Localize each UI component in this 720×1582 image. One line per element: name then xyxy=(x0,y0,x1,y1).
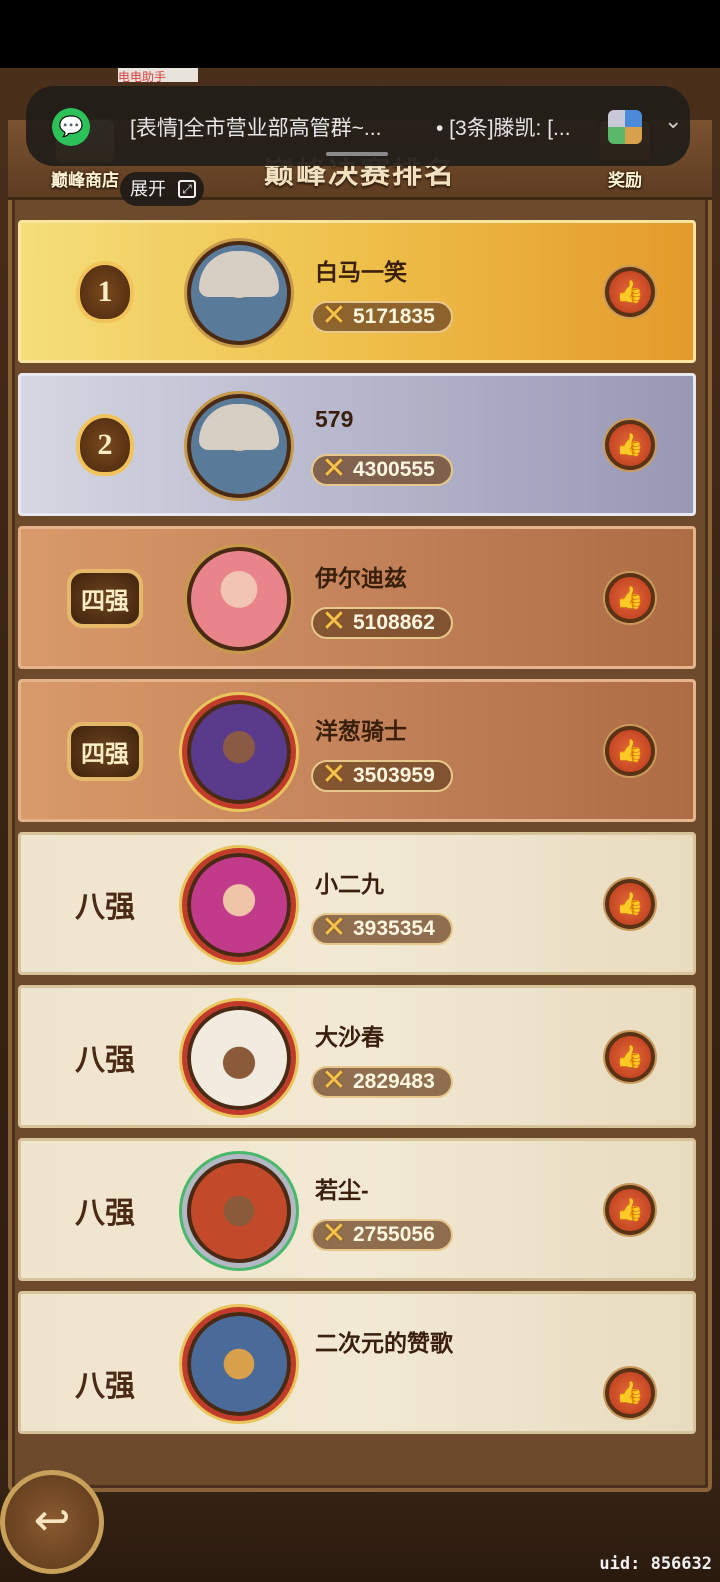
rank-badge: 八强 xyxy=(55,869,155,939)
rank-number: 2 xyxy=(76,414,134,476)
player-score: ✕ 3935354 xyxy=(311,911,453,945)
player-name: 二次元的赞歌 xyxy=(315,1330,453,1356)
notification-handle[interactable] xyxy=(326,152,388,156)
player-name: 洋葱骑士 xyxy=(315,718,407,744)
like-button[interactable]: 👍 xyxy=(605,1032,655,1082)
crossed-swords-icon: ✕ xyxy=(321,299,347,332)
ranking-row-4: 四强 洋葱骑士 ✕ 3503959 👍 xyxy=(18,679,696,822)
rank-badge: 1 xyxy=(55,257,155,327)
player-score: ✕ 4300555 xyxy=(311,452,453,486)
rank-badge: 八强 xyxy=(55,1022,155,1092)
thumbs-up-icon: 👍 xyxy=(616,432,644,457)
notification-title: [表情]全市营业部高管群~... xyxy=(130,117,382,140)
player-avatar[interactable] xyxy=(187,1312,291,1416)
like-button[interactable]: 👍 xyxy=(605,1368,655,1418)
rank-label: 八强 xyxy=(75,1370,135,1403)
crossed-swords-icon: ✕ xyxy=(321,758,347,791)
rank-badge: 2 xyxy=(55,410,155,480)
app-thumbnail-icon xyxy=(608,110,642,144)
ranking-list[interactable]: 1 白马一笑 ✕ 5171835 👍 2 579 ✕ 4300555 👍 四强 … xyxy=(18,220,696,1434)
player-avatar[interactable] xyxy=(187,1159,291,1263)
like-button[interactable]: 👍 xyxy=(605,726,655,776)
player-score: ✕ 2829483 xyxy=(311,1064,453,1098)
score-value: 5108862 xyxy=(353,611,435,634)
player-score: ✕ 3503959 xyxy=(311,758,453,792)
player-score: ✕ 2755056 xyxy=(311,1217,453,1251)
score-value: 3503959 xyxy=(353,764,435,787)
crossed-swords-icon: ✕ xyxy=(321,911,347,944)
rank-label: 八强 xyxy=(75,1044,135,1077)
chevron-down-icon[interactable]: ⌄ xyxy=(664,108,682,134)
notification-detail: • [3条]滕凯: [... xyxy=(436,117,571,140)
rank-label: 八强 xyxy=(75,1197,135,1230)
ranking-row-7: 八强 若尘- ✕ 2755056 👍 xyxy=(18,1138,696,1281)
crossed-swords-icon: ✕ xyxy=(321,605,347,638)
ranking-row-2: 2 579 ✕ 4300555 👍 xyxy=(18,373,696,516)
ranking-row-5: 八强 小二九 ✕ 3935354 👍 xyxy=(18,832,696,975)
thumbs-up-icon: 👍 xyxy=(616,1380,644,1405)
player-avatar[interactable] xyxy=(187,853,291,957)
reward-label: 奖励 xyxy=(608,171,642,190)
player-name: 白马一笑 xyxy=(315,259,407,285)
score-value: 2829483 xyxy=(353,1070,435,1093)
score-value: 2755056 xyxy=(353,1223,435,1246)
rank-label: 四强 xyxy=(67,568,143,628)
expand-button[interactable]: 展开 ⤢ xyxy=(120,172,204,206)
score-value: 3935354 xyxy=(353,917,435,940)
rank-badge: 八强 xyxy=(55,1175,155,1245)
player-name: 伊尔迪兹 xyxy=(315,565,407,591)
rank-badge: 四强 xyxy=(55,563,155,633)
thumbs-up-icon: 👍 xyxy=(616,279,644,304)
thumbs-up-icon: 👍 xyxy=(616,585,644,610)
thumbs-up-icon: 👍 xyxy=(616,1044,644,1069)
ranking-row-8: 八强 二次元的赞歌 👍 xyxy=(18,1291,696,1434)
uid-label: uid: 856632 xyxy=(599,1554,712,1574)
player-avatar[interactable] xyxy=(187,241,291,345)
rank-label: 四强 xyxy=(67,721,143,781)
crossed-swords-icon: ✕ xyxy=(321,452,347,485)
like-button[interactable]: 👍 xyxy=(605,573,655,623)
player-score: ✕ 5108862 xyxy=(311,605,453,639)
ranking-row-3: 四强 伊尔迪兹 ✕ 5108862 👍 xyxy=(18,526,696,669)
like-button[interactable]: 👍 xyxy=(605,1185,655,1235)
player-name: 小二九 xyxy=(315,871,384,897)
thumbs-up-icon: 👍 xyxy=(616,891,644,916)
crossed-swords-icon: ✕ xyxy=(321,1064,347,1097)
player-name: 大沙春 xyxy=(315,1024,384,1050)
rank-badge: 八强 xyxy=(55,1348,155,1418)
player-avatar[interactable] xyxy=(187,700,291,804)
rank-label: 八强 xyxy=(75,891,135,924)
expand-label: 展开 xyxy=(130,179,166,199)
wechat-icon: 💬 xyxy=(52,108,90,146)
back-button[interactable]: ↩ xyxy=(0,1470,104,1574)
like-button[interactable]: 👍 xyxy=(605,879,655,929)
rank-badge: 四强 xyxy=(55,716,155,786)
return-arrow-icon: ↩ xyxy=(33,1496,71,1545)
ranking-row-6: 八强 大沙春 ✕ 2829483 👍 xyxy=(18,985,696,1128)
thumbs-up-icon: 👍 xyxy=(616,738,644,763)
rank-number: 1 xyxy=(76,261,134,323)
player-avatar[interactable] xyxy=(187,547,291,651)
player-avatar[interactable] xyxy=(187,394,291,498)
player-name: 若尘- xyxy=(315,1177,369,1203)
ranking-row-1: 1 白马一笑 ✕ 5171835 👍 xyxy=(18,220,696,363)
top-strip: 电电助手 xyxy=(118,68,198,82)
player-score: ✕ 5171835 xyxy=(311,299,453,333)
player-avatar[interactable] xyxy=(187,1006,291,1110)
expand-icon: ⤢ xyxy=(178,180,196,198)
thumbs-up-icon: 👍 xyxy=(616,1197,644,1222)
like-button[interactable]: 👍 xyxy=(605,420,655,470)
crossed-swords-icon: ✕ xyxy=(321,1217,347,1250)
score-value: 5171835 xyxy=(353,305,435,328)
player-name: 579 xyxy=(315,406,354,432)
like-button[interactable]: 👍 xyxy=(605,267,655,317)
score-value: 4300555 xyxy=(353,458,435,481)
